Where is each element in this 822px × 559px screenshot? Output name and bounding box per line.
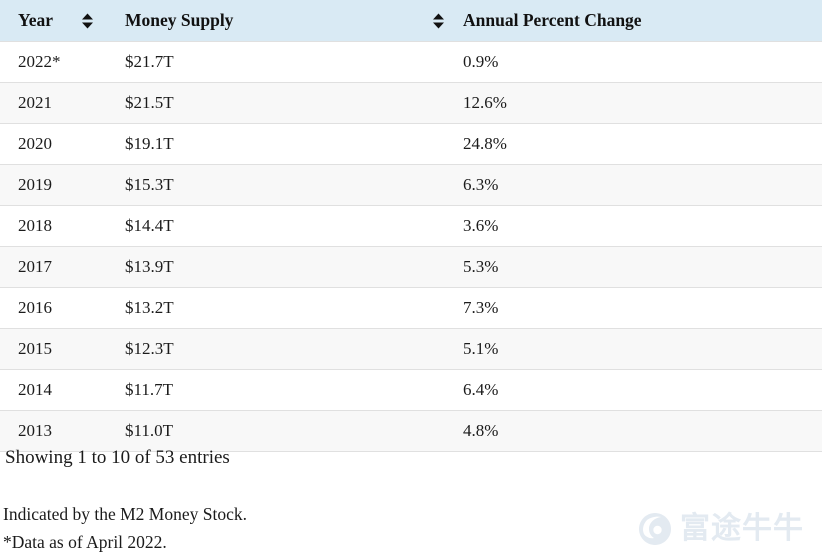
cell-money-supply: $13.9T: [125, 257, 174, 276]
cell-annual-percent-change: 5.1%: [463, 339, 499, 358]
column-header-year[interactable]: Year: [0, 0, 107, 42]
cell-year: 2019: [18, 175, 52, 194]
cell-year: 2021: [18, 93, 52, 112]
table-row: 2021 $21.5T 12.6%: [0, 82, 822, 124]
table-header-row: Year Money Supply Annual Percent Change: [0, 0, 822, 42]
column-header-annual-percent-change[interactable]: Annual Percent Change: [445, 0, 822, 42]
cell-annual-percent-change: 24.8%: [463, 134, 507, 153]
note-line-data-date: *Data as of April 2022.: [3, 532, 167, 552]
table-row: 2018 $14.4T 3.6%: [0, 205, 822, 247]
cell-year: 2014: [18, 380, 52, 399]
column-header-annual-percent-change-label: Annual Percent Change: [463, 10, 642, 30]
cell-annual-percent-change: 0.9%: [463, 52, 499, 71]
cell-money-supply: $21.5T: [125, 93, 174, 112]
cell-annual-percent-change: 12.6%: [463, 93, 507, 112]
column-header-money-supply[interactable]: Money Supply: [107, 0, 445, 42]
cell-money-supply: $15.3T: [125, 175, 174, 194]
cell-annual-percent-change: 6.4%: [463, 380, 499, 399]
table-notes: Indicated by the M2 Money Stock. *Data a…: [3, 500, 247, 556]
sort-both-icon[interactable]: [81, 13, 94, 29]
table-header: Year Money Supply Annual Percent Change: [0, 0, 822, 42]
table-row: 2015 $12.3T 5.1%: [0, 328, 822, 370]
cell-money-supply: $11.0T: [125, 421, 174, 440]
cell-year: 2017: [18, 257, 52, 276]
table-row: 2014 $11.7T 6.4%: [0, 369, 822, 411]
money-supply-table: Year Money Supply Annual Percent Change …: [0, 0, 822, 452]
table-row: 2022* $21.7T 0.9%: [0, 41, 822, 83]
cell-money-supply: $13.2T: [125, 298, 174, 317]
cell-year: 2015: [18, 339, 52, 358]
cell-annual-percent-change: 3.6%: [463, 216, 499, 235]
cell-annual-percent-change: 7.3%: [463, 298, 499, 317]
showing-entries-label: Showing 1 to 10 of 53 entries: [5, 447, 230, 468]
cell-money-supply: $14.4T: [125, 216, 174, 235]
table-body: 2022* $21.7T 0.9% 2021 $21.5T 12.6% 2020…: [0, 41, 822, 452]
cell-year: 2022*: [18, 52, 61, 71]
futu-bull-logo-icon: [638, 512, 672, 546]
cell-money-supply: $21.7T: [125, 52, 174, 71]
sort-both-icon[interactable]: [432, 13, 445, 29]
cell-year: 2020: [18, 134, 52, 153]
cell-money-supply: $11.7T: [125, 380, 174, 399]
watermark: 富途牛牛: [638, 512, 804, 546]
column-header-money-supply-label: Money Supply: [125, 10, 234, 30]
table-row: 2013 $11.0T 4.8%: [0, 410, 822, 452]
cell-annual-percent-change: 4.8%: [463, 421, 499, 440]
money-supply-table-page: Year Money Supply Annual Percent Change …: [0, 0, 822, 559]
cell-year: 2016: [18, 298, 52, 317]
cell-money-supply: $19.1T: [125, 134, 174, 153]
cell-year: 2013: [18, 421, 52, 440]
column-header-year-label: Year: [18, 10, 53, 30]
table-row: 2016 $13.2T 7.3%: [0, 287, 822, 329]
note-line-m2: Indicated by the M2 Money Stock.: [3, 504, 247, 524]
table-row: 2020 $19.1T 24.8%: [0, 123, 822, 165]
cell-year: 2018: [18, 216, 52, 235]
cell-annual-percent-change: 5.3%: [463, 257, 499, 276]
table-row: 2019 $15.3T 6.3%: [0, 164, 822, 206]
table-row: 2017 $13.9T 5.3%: [0, 246, 822, 288]
watermark-text: 富途牛牛: [680, 511, 804, 546]
cell-annual-percent-change: 6.3%: [463, 175, 499, 194]
cell-money-supply: $12.3T: [125, 339, 174, 358]
